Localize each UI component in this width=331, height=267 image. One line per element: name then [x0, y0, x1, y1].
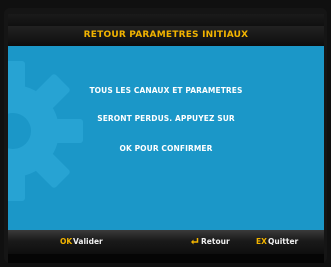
bottom-strip [8, 254, 324, 263]
title-bar: RETOUR PARAMETRES INITIAUX [8, 26, 324, 47]
dialog-panel: TOUS LES CANAUX ET PARAMETRES SERONT PER… [8, 46, 324, 230]
ok-key-hint[interactable]: OK [60, 237, 72, 246]
tv-screen: RETOUR PARAMETRES INITIAUX TOUS LES CANA… [0, 0, 331, 267]
exit-label[interactable]: Quitter [268, 237, 298, 246]
message-line-2: SERONT PERDUS. APPUYEZ SUR [97, 114, 235, 123]
validate-label[interactable]: Valider [73, 237, 103, 246]
message-line-1: TOUS LES CANAUX ET PARAMETRES [89, 86, 243, 95]
message-line-3: OK POUR CONFIRMER [119, 144, 213, 153]
back-label[interactable]: Retour [201, 237, 230, 246]
gear-icon [8, 61, 83, 201]
footer-bar: OK Valider Retour EX Quitter [8, 230, 324, 254]
return-arrow-icon[interactable] [190, 237, 199, 246]
page-title: RETOUR PARAMETRES INITIAUX [83, 30, 249, 40]
exit-key-hint[interactable]: EX [256, 237, 267, 246]
